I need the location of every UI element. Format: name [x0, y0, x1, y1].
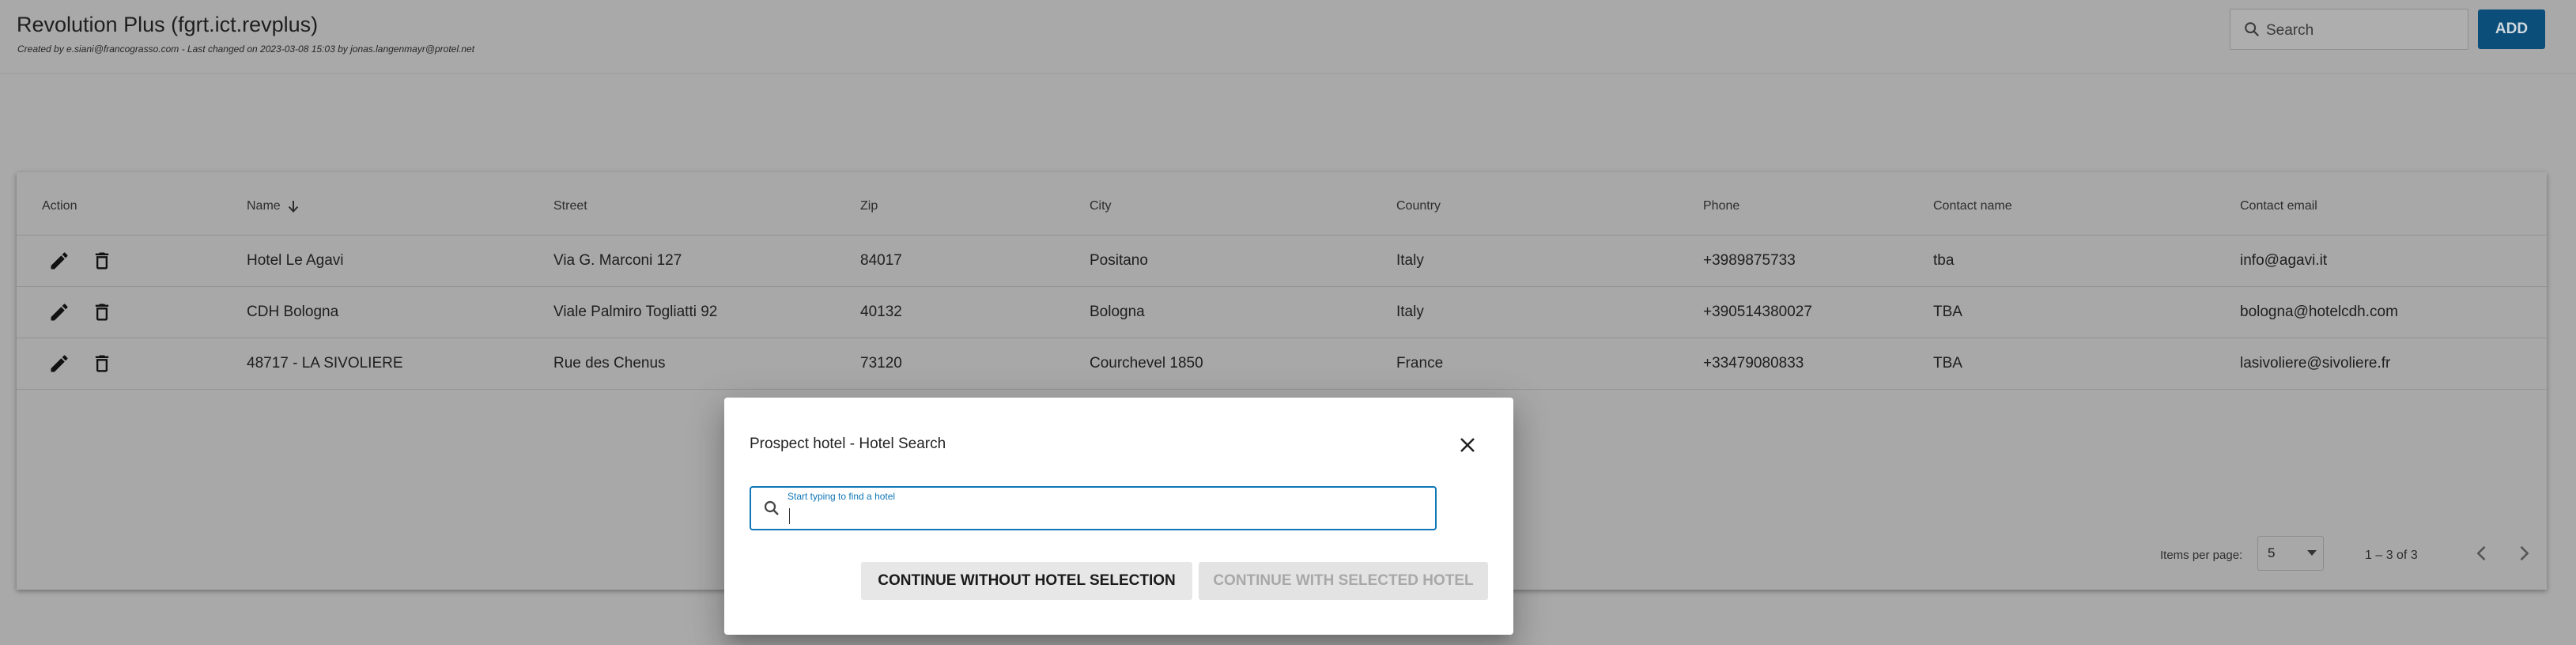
hotel-search-field[interactable]: Start typing to find a hotel — [750, 486, 1437, 530]
cell-phone: +3989875733 — [1703, 252, 1796, 269]
cell-zip: 40132 — [860, 304, 902, 320]
cell-contact-email: bologna@hotelcdh.com — [2240, 304, 2398, 320]
cell-name: 48717 - LA SIVOLIERE — [247, 355, 403, 372]
col-zip[interactable]: Zip — [860, 199, 878, 213]
search-icon — [2245, 22, 2260, 37]
dropdown-caret-icon — [2307, 550, 2317, 556]
col-action: Action — [42, 199, 77, 213]
cell-city: Positano — [1090, 252, 1148, 269]
continue-with-selected-hotel-button[interactable]: CONTINUE WITH SELECTED HOTEL — [1199, 562, 1488, 600]
page-subtitle: Created by e.siani@francograsso.com - La… — [17, 43, 475, 55]
delete-icon[interactable] — [91, 301, 113, 323]
dialog-title: Prospect hotel - Hotel Search — [750, 436, 946, 452]
close-icon[interactable] — [1455, 432, 1480, 458]
cell-country: Italy — [1396, 304, 1424, 320]
edit-icon[interactable] — [48, 250, 70, 272]
cell-contact-name: TBA — [1933, 304, 1962, 320]
cell-country: France — [1396, 355, 1444, 372]
delete-icon[interactable] — [91, 250, 113, 272]
search-placeholder: Search — [2266, 22, 2314, 39]
items-per-page-select[interactable]: 5 — [2257, 536, 2324, 571]
delete-icon[interactable] — [91, 353, 113, 375]
page-title: Revolution Plus (fgrt.ict.revplus) — [17, 13, 319, 36]
cell-name: CDH Bologna — [247, 304, 339, 320]
hotel-search-input[interactable] — [786, 504, 1418, 527]
col-contact-name[interactable]: Contact name — [1933, 199, 2012, 213]
cell-contact-email: info@agavi.it — [2240, 252, 2328, 269]
cell-contact-name: TBA — [1933, 355, 1962, 372]
cell-country: Italy — [1396, 252, 1424, 269]
items-per-page-value: 5 — [2268, 545, 2276, 560]
cell-city: Courchevel 1850 — [1090, 355, 1203, 372]
page-range-label: 1 – 3 of 3 — [2365, 549, 2418, 562]
edit-icon[interactable] — [48, 353, 70, 375]
add-button[interactable]: ADD — [2478, 9, 2545, 49]
header-divider — [0, 73, 2576, 74]
col-city[interactable]: City — [1090, 199, 1112, 213]
hotel-search-label: Start typing to find a hotel — [788, 491, 896, 502]
hotel-search-dialog: Prospect hotel - Hotel Search Start typi… — [724, 398, 1513, 635]
col-name[interactable]: Name — [247, 199, 300, 213]
col-contact-email[interactable]: Contact email — [2240, 199, 2317, 213]
sort-arrow-down-icon — [288, 201, 298, 213]
cell-street: Viale Palmiro Togliatti 92 — [553, 304, 718, 320]
cell-contact-email: lasivoliere@sivoliere.fr — [2240, 355, 2391, 372]
cell-zip: 84017 — [860, 252, 902, 269]
next-page-icon[interactable] — [2513, 542, 2535, 564]
col-phone[interactable]: Phone — [1703, 199, 1739, 213]
text-cursor — [789, 508, 790, 524]
cell-zip: 73120 — [860, 355, 902, 372]
cell-name: Hotel Le Agavi — [247, 252, 344, 269]
header-search-input[interactable]: Search — [2230, 9, 2468, 50]
col-name-label: Name — [247, 199, 281, 213]
table-row: CDH Bologna Viale Palmiro Togliatti 92 4… — [17, 287, 2547, 338]
cell-phone: +33479080833 — [1703, 355, 1804, 372]
table-row: Hotel Le Agavi Via G. Marconi 127 84017 … — [17, 236, 2547, 287]
edit-icon[interactable] — [48, 301, 70, 323]
cell-contact-name: tba — [1933, 252, 1955, 269]
table-header: Action Name Street Zip City Country Phon… — [17, 172, 2547, 236]
table-row: 48717 - LA SIVOLIERE Rue des Chenus 7312… — [17, 338, 2547, 390]
cell-street: Via G. Marconi 127 — [553, 252, 682, 269]
continue-without-hotel-button[interactable]: CONTINUE WITHOUT HOTEL SELECTION — [861, 562, 1192, 600]
page-header: Revolution Plus (fgrt.ict.revplus) Creat… — [0, 0, 2576, 73]
col-country[interactable]: Country — [1396, 199, 1441, 213]
prev-page-icon[interactable] — [2471, 542, 2493, 564]
search-icon — [764, 500, 779, 515]
cell-city: Bologna — [1090, 304, 1145, 320]
col-street[interactable]: Street — [553, 199, 587, 213]
cell-phone: +390514380027 — [1703, 304, 1812, 320]
cell-street: Rue des Chenus — [553, 355, 666, 372]
items-per-page-label: Items per page: — [2160, 549, 2243, 562]
